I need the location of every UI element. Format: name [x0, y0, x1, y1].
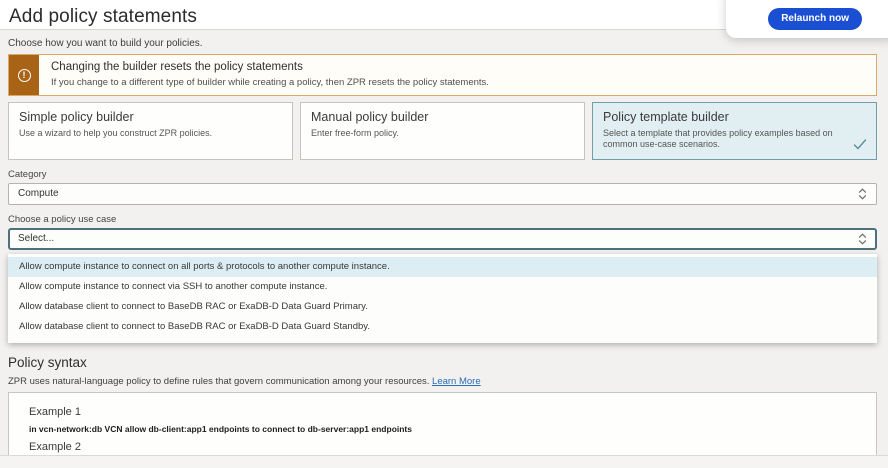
card-simple-policy-builder[interactable]: Simple policy builder Use a wizard to he…	[8, 102, 293, 160]
category-select-value: Compute	[18, 188, 59, 199]
card-title: Simple policy builder	[19, 110, 282, 124]
dropdown-option[interactable]: Allow database client to connect to Base…	[8, 317, 877, 337]
check-icon	[853, 139, 867, 150]
warning-icon: !	[18, 69, 31, 82]
card-description: Select a template that provides policy e…	[603, 128, 866, 151]
warning-banner: ! Changing the builder resets the policy…	[8, 54, 877, 96]
use-case-select-value: Select...	[18, 233, 54, 244]
example-statement: in vcn-network:db VCN allow db-client:ap…	[29, 424, 856, 434]
category-select[interactable]: Compute	[8, 183, 877, 205]
example-label: Example 2	[29, 441, 856, 453]
warning-description: If you change to a different type of bui…	[51, 77, 489, 88]
warning-title: Changing the builder resets the policy s…	[51, 61, 489, 73]
use-case-select[interactable]: Select...	[8, 228, 877, 250]
learn-more-link[interactable]: Learn More	[432, 376, 481, 387]
builder-cards: Simple policy builder Use a wizard to he…	[8, 102, 877, 160]
card-description: Enter free-form policy.	[311, 128, 574, 139]
policy-syntax-heading: Policy syntax	[8, 355, 877, 370]
example-label: Example 1	[29, 406, 856, 418]
policy-syntax-description: ZPR uses natural-language policy to defi…	[8, 376, 877, 387]
category-label: Category	[8, 169, 877, 180]
relaunch-now-button[interactable]: Relaunch now	[768, 8, 862, 30]
content-area: Choose how you want to build your polici…	[0, 30, 888, 468]
use-case-label: Choose a policy use case	[8, 214, 877, 225]
footer-strip	[0, 455, 888, 468]
policy-syntax-description-text: ZPR uses natural-language policy to defi…	[8, 376, 429, 387]
dropdown-option[interactable]: Allow compute instance to connect via SS…	[8, 277, 877, 297]
use-case-dropdown-panel: Allow compute instance to connect on all…	[8, 254, 877, 343]
dropdown-option[interactable]: Allow compute instance to connect on all…	[8, 257, 877, 277]
relaunch-popup: Relaunch now	[726, 0, 888, 38]
chevron-updown-icon	[858, 188, 867, 200]
warning-body: Changing the builder resets the policy s…	[39, 55, 501, 95]
chevron-updown-icon	[858, 233, 867, 245]
card-manual-policy-builder[interactable]: Manual policy builder Enter free-form po…	[300, 102, 585, 160]
card-title: Manual policy builder	[311, 110, 574, 124]
warning-iconblock: !	[9, 55, 39, 95]
card-description: Use a wizard to help you construct ZPR p…	[19, 128, 282, 139]
card-title: Policy template builder	[603, 110, 866, 124]
dropdown-option[interactable]: Allow database client to connect to Base…	[8, 297, 877, 317]
card-policy-template-builder[interactable]: Policy template builder Select a templat…	[592, 102, 877, 160]
